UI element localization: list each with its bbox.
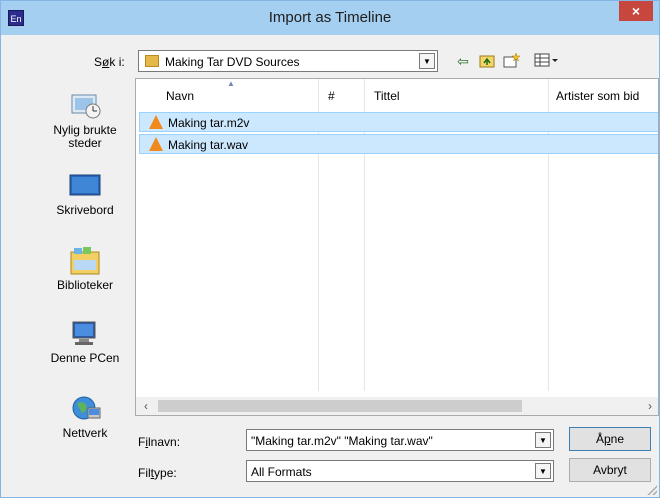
chevron-down-icon[interactable]: ▼ xyxy=(419,53,435,69)
scrollbar-thumb[interactable] xyxy=(158,400,522,412)
filetype-value: All Formats xyxy=(251,465,312,479)
vlc-file-icon xyxy=(149,137,163,151)
list-item[interactable]: Making tar.m2v xyxy=(139,112,658,132)
sidebar-item-label: Nettverk xyxy=(62,426,108,440)
column-header-number[interactable]: # xyxy=(328,89,335,103)
recent-places-icon xyxy=(68,91,102,121)
look-in-value: Making Tar DVD Sources xyxy=(165,55,300,69)
title-bar[interactable]: En Import as Timeline × xyxy=(1,1,659,35)
folder-icon xyxy=(145,55,159,67)
column-header-name[interactable]: Navn xyxy=(166,89,194,103)
sidebar-item-label: Denne PCen xyxy=(50,351,120,365)
back-arrow-icon[interactable]: ⇦ xyxy=(454,52,472,70)
up-folder-icon[interactable] xyxy=(478,52,496,70)
file-name: Making tar.m2v xyxy=(168,116,250,130)
file-list[interactable]: Navn ▲ # Tittel Artister som bid Making … xyxy=(135,78,659,416)
sidebar-item-network[interactable]: Nettverk xyxy=(37,394,133,440)
filetype-label: Filtype: xyxy=(138,466,177,480)
chevron-down-icon[interactable]: ▼ xyxy=(535,463,551,479)
import-dialog: En Import as Timeline × Søk i: Making Ta… xyxy=(0,0,660,498)
sort-up-icon: ▲ xyxy=(227,79,235,88)
view-menu-icon[interactable] xyxy=(530,52,566,70)
chevron-down-icon[interactable]: ▼ xyxy=(535,432,551,448)
sidebar-item-libraries[interactable]: Biblioteker xyxy=(37,246,133,292)
look-in-label: Søk i: xyxy=(94,55,125,69)
chevron-right-icon[interactable]: › xyxy=(643,398,657,414)
sidebar-item-label: Skrivebord xyxy=(56,203,114,217)
cancel-button[interactable]: Avbryt xyxy=(569,458,651,482)
filetype-dropdown[interactable]: All Formats ▼ xyxy=(246,460,554,482)
window-title: Import as Timeline xyxy=(268,9,392,26)
sidebar-item-this-pc[interactable]: Denne PCen xyxy=(37,319,133,365)
sidebar-item-label: Biblioteker xyxy=(56,278,114,292)
vlc-file-icon xyxy=(149,115,163,129)
filename-value: "Making tar.m2v" "Making tar.wav" xyxy=(251,434,433,448)
sidebar-item-recent[interactable]: Nylig brukte steder xyxy=(37,91,133,150)
file-name: Making tar.wav xyxy=(168,138,249,152)
sidebar-item-desktop[interactable]: Skrivebord xyxy=(37,171,133,217)
open-button[interactable]: Åpne xyxy=(569,427,651,451)
list-item[interactable]: Making tar.wav xyxy=(139,134,658,154)
filename-input[interactable]: "Making tar.m2v" "Making tar.wav" ▼ xyxy=(246,429,554,451)
resize-grip[interactable] xyxy=(647,485,657,495)
chevron-left-icon[interactable]: ‹ xyxy=(139,398,153,414)
horizontal-scrollbar[interactable]: ‹ › xyxy=(136,397,658,415)
look-in-dropdown[interactable]: Making Tar DVD Sources ▼ xyxy=(138,50,438,72)
new-folder-icon[interactable] xyxy=(502,52,522,70)
libraries-icon xyxy=(68,246,102,276)
sidebar-item-label: Nylig brukte steder xyxy=(53,123,117,150)
close-button[interactable]: × xyxy=(619,1,653,21)
network-icon xyxy=(68,394,102,424)
computer-icon xyxy=(68,319,102,349)
column-header-title[interactable]: Tittel xyxy=(374,89,400,103)
column-header-artists[interactable]: Artister som bid xyxy=(556,89,639,103)
filename-label: Filnavn: xyxy=(138,435,181,449)
desktop-icon xyxy=(68,171,102,201)
